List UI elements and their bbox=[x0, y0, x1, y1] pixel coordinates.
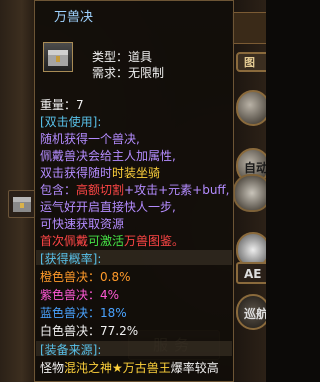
section-source: [装备来源]: bbox=[40, 343, 102, 357]
desc-line-4-highlight: 高额切割 bbox=[76, 183, 125, 197]
prob-blue: 蓝色兽决：18% bbox=[40, 306, 127, 320]
source-prefix: 怪物 bbox=[40, 361, 65, 375]
patrol-button[interactable]: 巡航 bbox=[236, 294, 266, 330]
section-probability: [获得概率]: bbox=[40, 252, 102, 266]
desc-line-4-text: +攻击+元素+buff, bbox=[124, 183, 230, 197]
chest-icon bbox=[13, 197, 31, 212]
item-type: 类型：道具 bbox=[92, 50, 153, 64]
game-screen: 图 自动 AE 巡航 服务 万兽决 类型：道具 需求：无限制 重量：7 [双击使… bbox=[0, 0, 266, 382]
gear-icon[interactable] bbox=[233, 174, 266, 212]
skill-button[interactable] bbox=[236, 90, 266, 126]
map-button[interactable]: 图 bbox=[236, 52, 266, 72]
ae-button[interactable]: AE bbox=[236, 262, 266, 284]
right-top-panel bbox=[232, 12, 266, 44]
desc-line-7-mid: 可激活 bbox=[88, 234, 125, 248]
left-inventory-panel bbox=[0, 0, 36, 382]
item-weight: 重量：7 bbox=[40, 98, 84, 112]
desc-line-2: 佩戴兽决会给主人加属性, bbox=[40, 149, 176, 163]
source-line: 怪物混沌之神★万古兽王爆率较高 bbox=[40, 359, 219, 376]
source-boss: 混沌之神★万古兽王 bbox=[64, 361, 171, 375]
desc-line-7: 首次佩戴可激活万兽图鉴。 bbox=[40, 232, 184, 249]
section-use: [双击使用]: bbox=[40, 115, 102, 129]
desc-line-7-prefix: 首次佩戴 bbox=[40, 234, 89, 248]
desc-line-3-text: 双击获得随时 bbox=[40, 166, 113, 180]
desc-line-6: 可快速获取资源 bbox=[40, 217, 125, 231]
desc-line-4-prefix: 包含： bbox=[40, 183, 77, 197]
prob-purple: 紫色兽决：4% bbox=[40, 288, 120, 302]
prob-orange: 橙色兽决：0.8% bbox=[40, 270, 131, 284]
chest-icon bbox=[43, 42, 73, 72]
prob-white: 白色兽决：77.2% bbox=[40, 324, 139, 338]
desc-line-3: 双击获得随时时装坐骑 bbox=[40, 164, 160, 181]
desc-line-4: 包含：高额切割+攻击+元素+buff, bbox=[40, 181, 230, 198]
item-requirement: 需求：无限制 bbox=[92, 66, 165, 80]
source-suffix: 爆率较高 bbox=[170, 361, 219, 375]
desc-line-1: 随机获得一个兽决, bbox=[40, 132, 140, 146]
item-title: 万兽决 bbox=[54, 10, 94, 25]
desc-line-3-highlight: 时装坐骑 bbox=[112, 166, 161, 180]
inventory-slot[interactable] bbox=[8, 190, 36, 218]
desc-line-5: 运气好开启直接快人一步, bbox=[40, 200, 176, 214]
desc-line-7-suffix: 万兽图鉴。 bbox=[124, 234, 185, 248]
